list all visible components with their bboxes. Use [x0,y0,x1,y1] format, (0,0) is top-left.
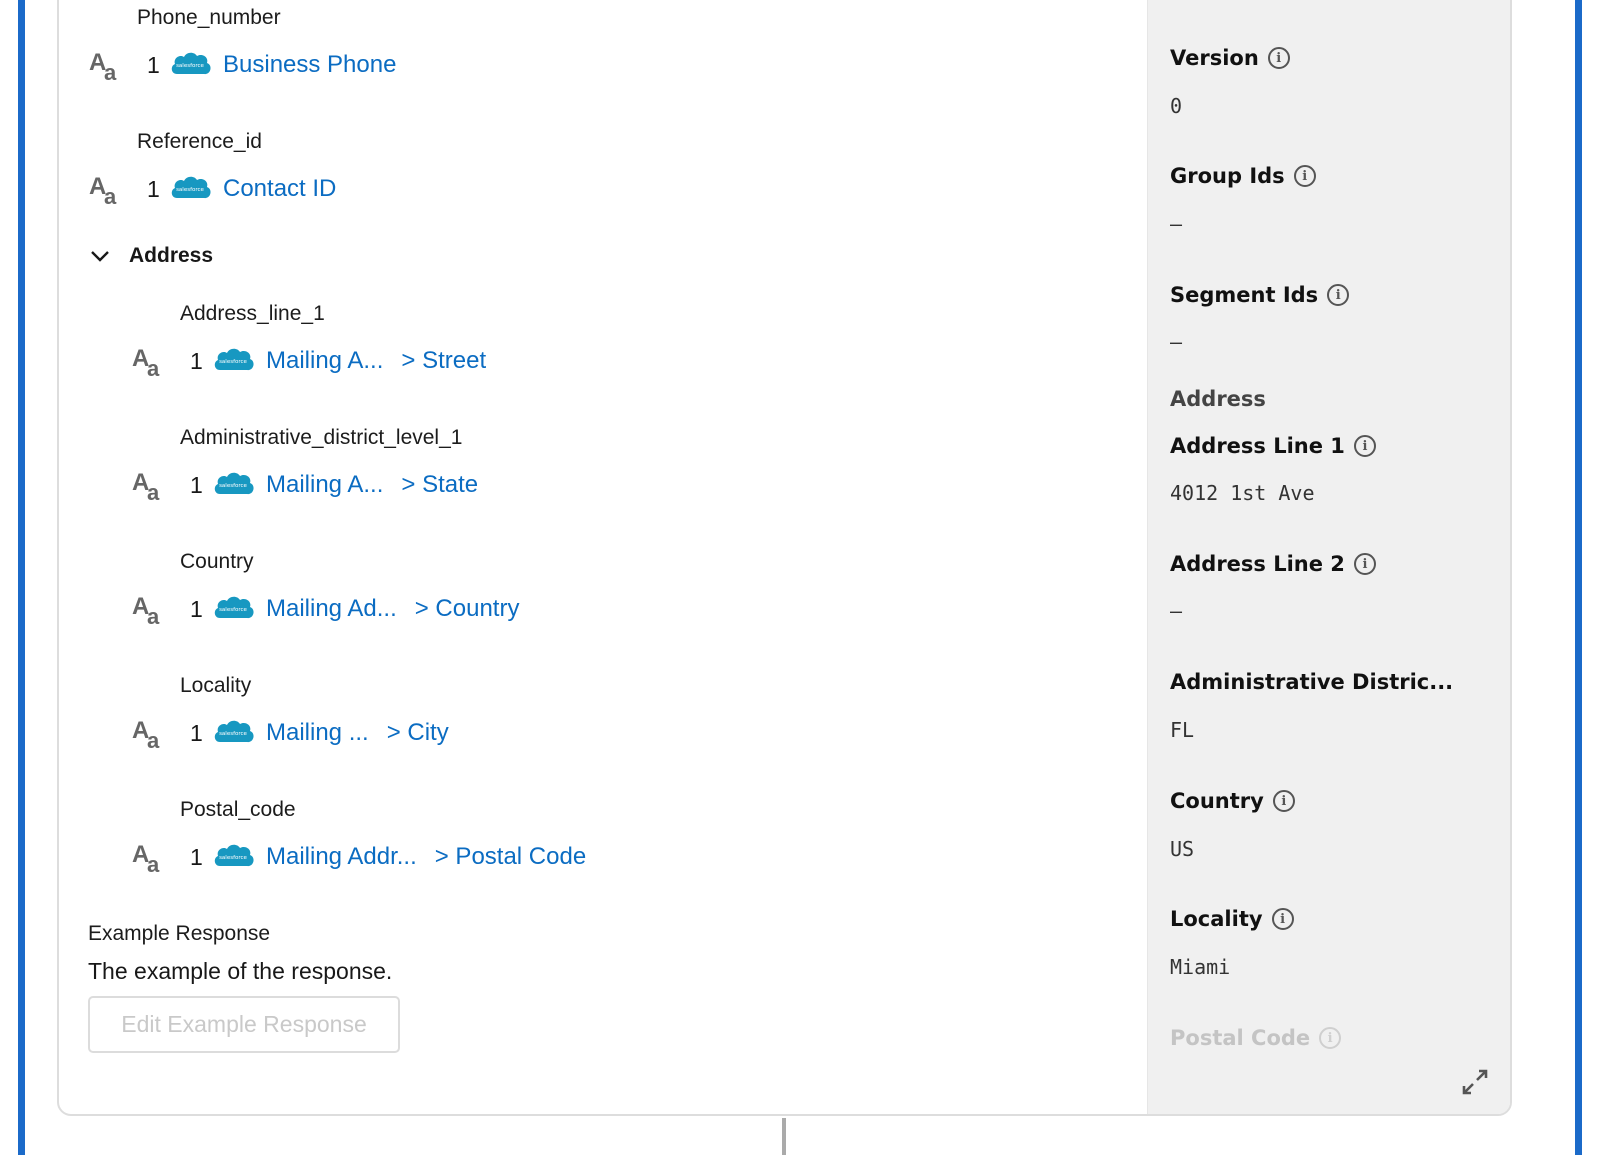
mapping-row-phone-number[interactable]: Aa 1 salesforce Business Phone [89,47,396,85]
salesforce-cloud-icon: salesforce [171,52,211,75]
text-type-icon: Aa [89,173,117,209]
field-name-administrative-district-level-1: Administrative_district_level_1 [180,426,463,449]
example-response-label: Example Response [88,922,271,945]
info-icon[interactable]: i [1267,47,1290,69]
selection-border-right [1575,0,1582,1155]
administrative-district-label: Administrative Distric... [1170,670,1454,694]
info-icon[interactable]: i [1271,908,1294,930]
source-subfield-link[interactable]: > State [401,471,478,499]
mapping-count: 1 [147,175,160,202]
edit-example-response-button[interactable]: Edit Example Response [88,996,400,1053]
source-field-link[interactable]: Mailing Addr... [266,843,417,871]
selection-border-left [18,0,25,1155]
field-name-reference-id: Reference_id [137,130,262,153]
svg-text:salesforce: salesforce [176,187,204,193]
mapping-row-postal-code[interactable]: Aa 1 salesforce Mailing Addr... > Postal Cod… [132,839,586,877]
svg-text:salesforce: salesforce [219,855,247,861]
salesforce-cloud-icon: salesforce [214,844,254,867]
text-type-icon: Aa [89,49,117,85]
postal-code-label: Postal Code i [1170,1026,1342,1050]
address-line-2-label: Address Line 2i [1170,552,1376,576]
mapping-row-reference-id[interactable]: Aa 1 salesforce Contact ID [89,171,336,209]
source-subfield-link[interactable]: > Postal Code [435,843,586,871]
text-type-icon: Aa [132,717,160,753]
country-value: US [1170,837,1195,861]
text-type-icon: Aa [132,593,160,629]
mapping-row-administrative-district-level-1[interactable]: Aa 1 salesforce Mailing A... > State [132,467,478,505]
salesforce-cloud-icon: salesforce [171,176,211,199]
source-subfield-link[interactable]: > City [387,719,449,747]
segment-ids-label: Segment Ids i [1170,283,1350,307]
source-field-link[interactable]: Mailing A... [266,471,383,499]
salesforce-cloud-icon: salesforce [214,596,254,619]
mapping-card: Phone_number Aa 1 salesforce Business Ph… [57,0,1512,1116]
info-icon[interactable]: i [1353,553,1376,575]
salesforce-cloud-icon: salesforce [214,348,254,371]
source-field-link[interactable]: Mailing ... [266,719,369,747]
svg-text:salesforce: salesforce [219,359,247,365]
expand-icon[interactable] [1460,1067,1490,1097]
field-name-locality: Locality [180,674,252,697]
field-name-address-line-1: Address_line_1 [180,302,325,325]
salesforce-cloud-icon: salesforce [214,720,254,743]
mapping-count: 1 [190,595,203,622]
address-section-title: Address [129,244,214,267]
mapping-count: 1 [190,719,203,746]
country-label: Country i [1170,789,1295,813]
info-icon[interactable]: i [1327,284,1350,306]
salesforce-cloud-icon: salesforce [214,472,254,495]
details-panel: Version i 0 Group Ids i – Segment Ids i – A… [1147,0,1510,1114]
address-group-label: Address [1170,387,1266,411]
group-ids-label: Group Ids i [1170,164,1316,188]
text-type-icon: Aa [132,345,160,381]
text-type-icon: Aa [132,469,160,505]
svg-text:salesforce: salesforce [219,483,247,489]
source-subfield-link[interactable]: > Country [415,595,520,623]
svg-text:salesforce: salesforce [219,731,247,737]
source-field-link[interactable]: Contact ID [223,175,336,203]
segment-ids-value: – [1170,330,1183,354]
info-icon[interactable]: i [1353,435,1376,457]
version-value: 0 [1170,94,1183,118]
address-section-toggle[interactable]: Address [89,244,213,268]
mapping-count: 1 [190,347,203,374]
info-icon[interactable]: i [1272,790,1295,812]
source-field-link[interactable]: Business Phone [223,51,396,79]
source-field-link[interactable]: Mailing A... [266,347,383,375]
svg-text:salesforce: salesforce [219,607,247,613]
address-line-1-label: Address Line 1i [1170,434,1376,458]
info-icon[interactable]: i [1293,165,1316,187]
source-field-link[interactable]: Mailing Ad... [266,595,397,623]
version-label: Version i [1170,46,1290,70]
locality-label: Locality i [1170,907,1294,931]
address-line-2-value: – [1170,599,1183,623]
mapping-count: 1 [147,51,160,78]
mapping-row-address-line-1[interactable]: Aa 1 salesforce Mailing A... > Street [132,343,486,381]
mapping-row-locality[interactable]: Aa 1 salesforce Mailing ... > City [132,715,449,753]
text-type-icon: Aa [132,841,160,877]
example-response-text: The example of the response. [88,958,393,984]
address-line-1-value: 4012 1st Ave [1170,481,1315,505]
mapping-row-country[interactable]: Aa 1 salesforce Mailing Ad... > Country [132,591,520,629]
source-subfield-link[interactable]: > Street [401,347,486,375]
mapping-count: 1 [190,843,203,870]
info-icon[interactable]: i [1319,1027,1342,1049]
field-name-phone-number: Phone_number [137,6,281,29]
svg-text:salesforce: salesforce [176,63,204,69]
locality-value: Miami [1170,955,1231,979]
chevron-down-icon[interactable] [89,245,111,267]
group-ids-value: – [1170,212,1183,236]
administrative-district-value: FL [1170,718,1195,742]
field-name-postal-code: Postal_code [180,798,296,821]
field-name-country: Country [180,550,254,573]
flow-connector-line [782,1118,786,1155]
mapping-count: 1 [190,471,203,498]
